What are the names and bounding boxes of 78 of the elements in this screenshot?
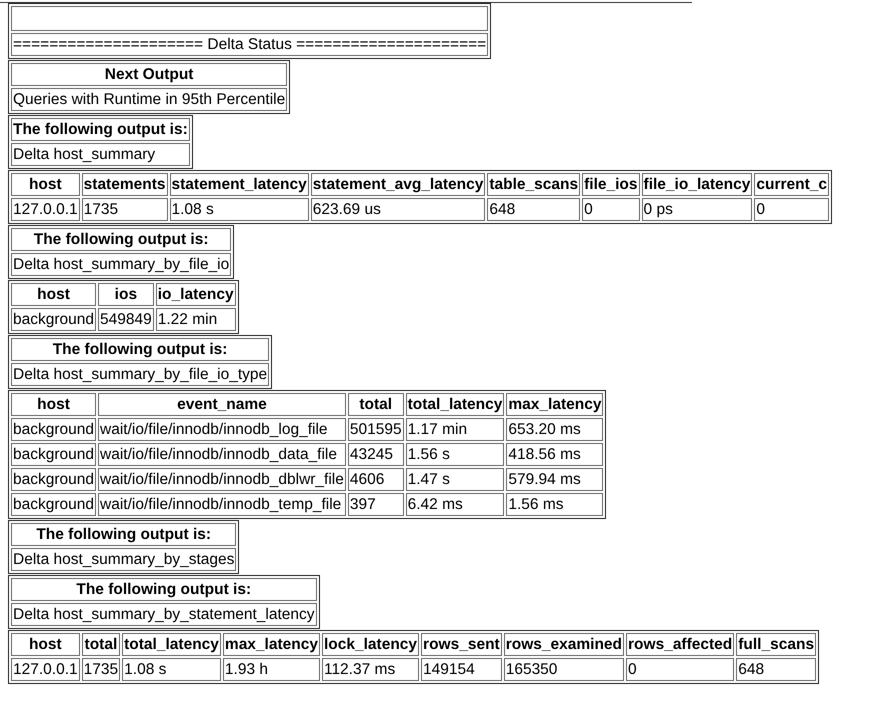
table-cell: background [11,443,96,466]
table-cell: background [11,493,96,516]
table-cell: 418.56 ms [506,443,604,466]
table-cell: 0 [754,198,830,221]
table-cell: 1735 [82,198,168,221]
table-cell: 1.93 h [222,658,320,681]
table-cell: wait/io/file/innodb/innodb_data_file [98,443,346,466]
column-header: statement_avg_latency [310,173,486,196]
column-header: host [11,173,80,196]
column-header: lock_latency [322,633,420,656]
column-header: rows_sent [421,633,502,656]
table-cell: wait/io/file/innodb/innodb_log_file [98,418,346,441]
table-cell: 648 [736,658,816,681]
caption-header: The following output is: [11,338,270,361]
column-header: total [82,633,120,656]
column-header: max_latency [222,633,320,656]
table-cell: 4606 [348,468,404,491]
column-header: file_io_latency [642,173,752,196]
column-header: total_latency [406,393,504,416]
table-cell: 127.0.0.1 [11,658,80,681]
table-cell: Queries with Runtime in 95th Percentile [11,88,288,111]
column-header: current_c [754,173,830,196]
table-cell: 623.69 us [310,198,486,221]
table-cell: 6.42 ms [406,493,504,516]
table-cell: 149154 [421,658,502,681]
caption-header: The following output is: [11,578,317,601]
column-header: io_latency [156,283,236,306]
table-cell: background [11,418,96,441]
table-cell: 1.56 ms [506,493,604,516]
table-cell: 127.0.0.1 [11,198,80,221]
table-cell: 397 [348,493,404,516]
table-cell: 1.47 s [406,468,504,491]
caption-header: The following output is: [11,118,190,141]
column-header: max_latency [506,393,604,416]
caption-header: Next Output [11,63,288,86]
column-header: total [348,393,404,416]
table-cell: 501595 [348,418,404,441]
table-cell: 1.22 min [156,308,236,331]
table-cell: Delta host_summary_by_file_io_type [11,363,270,386]
table-cell: 1.08 s [170,198,309,221]
table-cell: 648 [487,198,580,221]
column-header: statement_latency [170,173,309,196]
column-header: host [11,283,96,306]
column-header: statements [82,173,168,196]
table-cell: Delta host_summary_by_stages [11,548,236,571]
table-cell: 1735 [82,658,120,681]
column-header: ios [98,283,154,306]
table-cell: 579.94 ms [506,468,604,491]
table-cell: 0 [582,198,640,221]
column-header: rows_examined [504,633,624,656]
column-header: host [11,393,96,416]
column-header: total_latency [122,633,221,656]
table-cell: 43245 [348,443,404,466]
table-cell: Delta host_summary_by_statement_latency [11,603,317,626]
table-cell: 1.56 s [406,443,504,466]
table-cell: wait/io/file/innodb/innodb_temp_file [98,493,346,516]
table-cell: 549849 [98,308,154,331]
column-header: event_name [98,393,346,416]
caption-header: The following output is: [11,523,236,546]
table-cell: ===================== Delta Status ===================== [11,33,488,56]
table-cell: 0 [626,658,734,681]
column-header: rows_affected [626,633,734,656]
table-cell: background [11,308,96,331]
table-cell: 0 ps [642,198,752,221]
column-header: table_scans [487,173,580,196]
table-cell: wait/io/file/innodb/innodb_dblwr_file [98,468,346,491]
table-cell: 1.17 min [406,418,504,441]
caption-header: The following output is: [11,228,232,251]
table-cell: 653.20 ms [506,418,604,441]
column-header: full_scans [736,633,816,656]
table-cell: Delta host_summary [11,143,190,166]
table-cell: 1.08 s [122,658,221,681]
column-header: host [11,633,80,656]
table-cell: Delta host_summary_by_file_io [11,253,232,276]
table-cell: 112.37 ms [322,658,420,681]
table-cell: 165350 [504,658,624,681]
column-header: file_ios [582,173,640,196]
table-cell: background [11,468,96,491]
